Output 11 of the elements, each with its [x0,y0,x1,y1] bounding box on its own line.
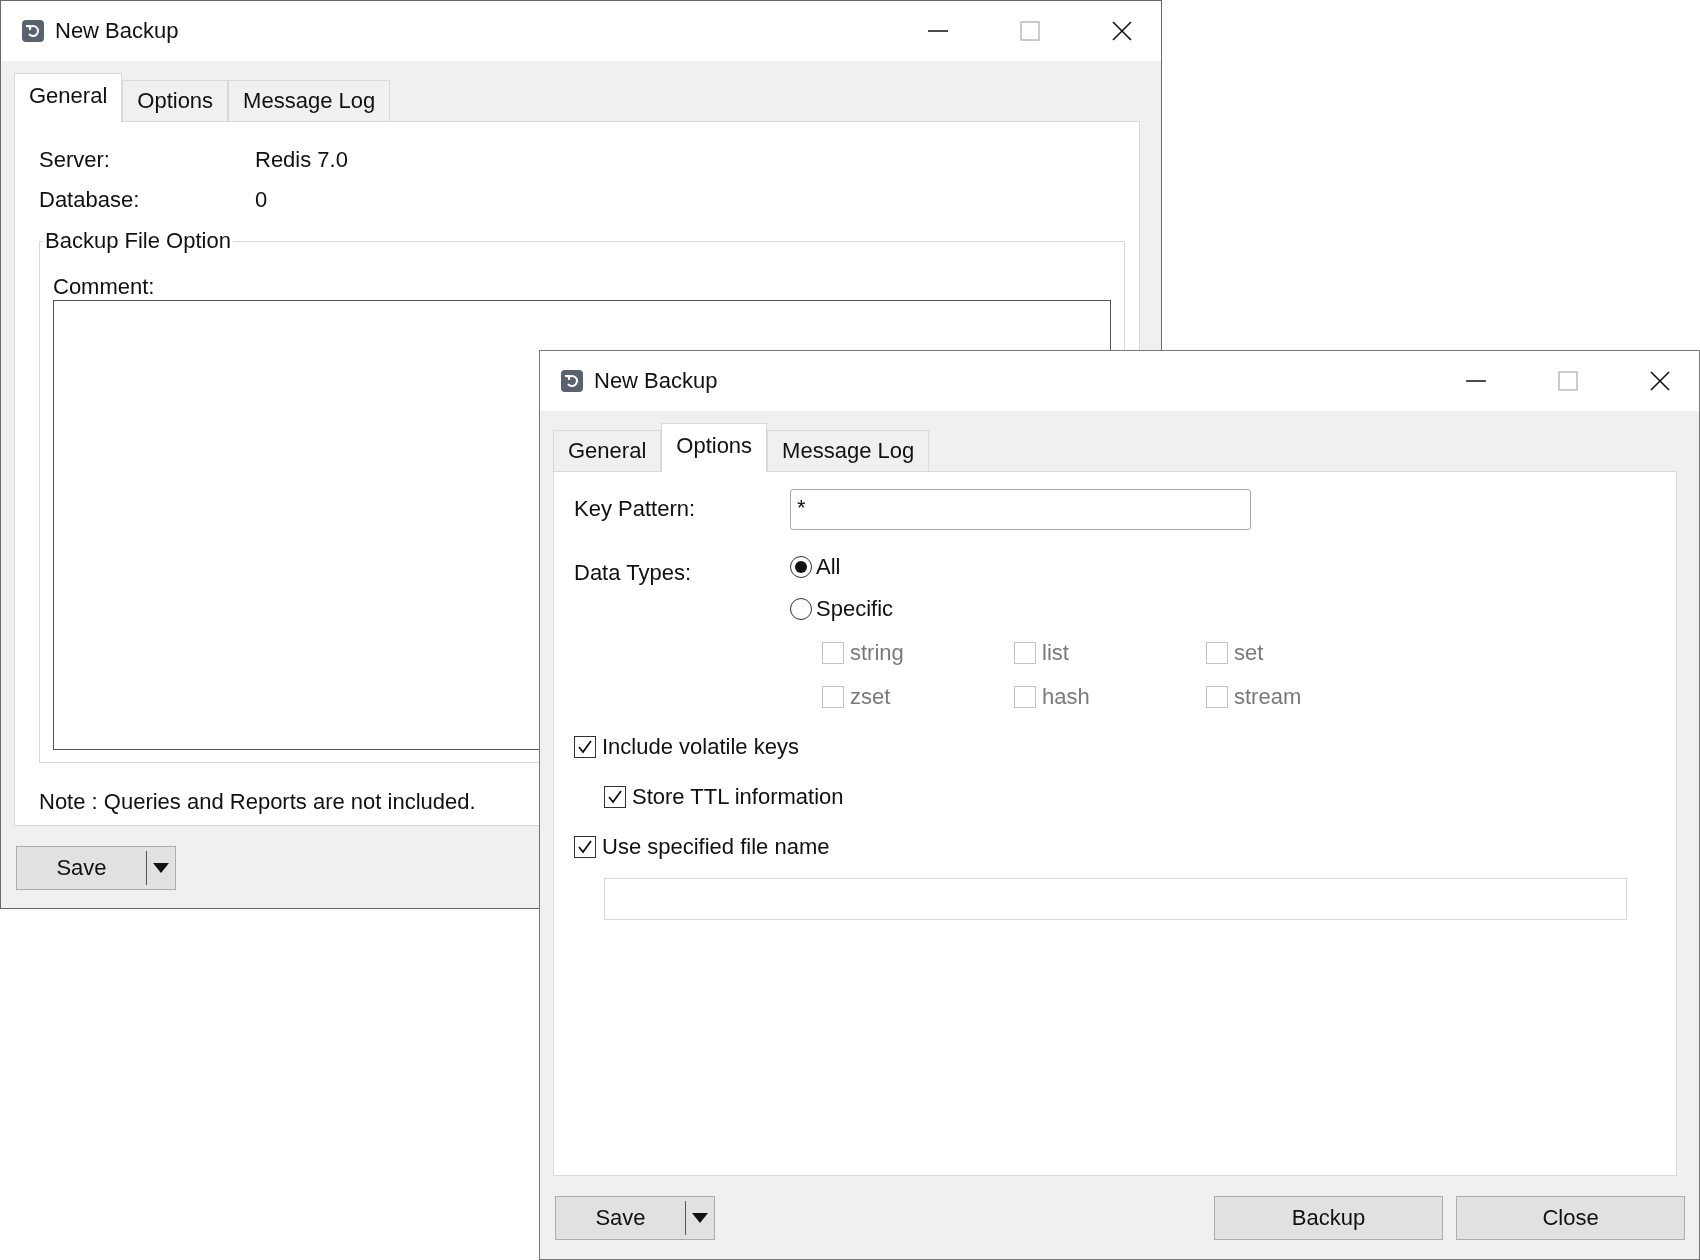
field-label: Server: [39,147,111,173]
field-label: Key Pattern: [574,496,697,522]
comment-label: Comment: [53,274,156,300]
field-label: Database: [39,187,141,213]
window-title: New Backup [55,18,179,44]
note-text: Note : Queries and Reports are not included. [39,789,476,815]
field-value: 0 [255,187,268,213]
window-title: New Backup [594,368,718,394]
field-label: Data Types: [574,560,692,587]
group-title: Backup File Option [44,228,232,254]
field-value: Redis 7.0 [255,147,348,173]
